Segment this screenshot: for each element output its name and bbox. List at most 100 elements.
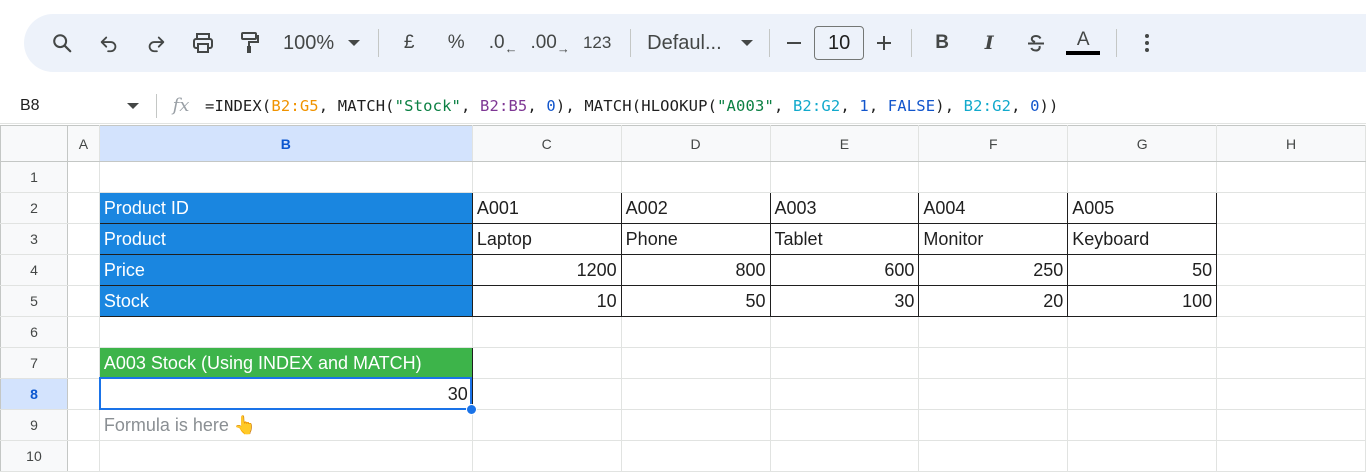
cell-a10[interactable] [66,440,100,472]
decrease-font-size-button[interactable] [780,25,808,61]
cell-a5[interactable] [66,285,100,317]
cell-c6[interactable] [471,316,622,348]
cell-e8[interactable] [769,378,920,410]
column-header-g[interactable]: G [1067,125,1218,162]
cell-h6[interactable] [1216,316,1366,348]
row-header-1[interactable]: 1 [0,161,68,193]
text-color-button[interactable]: A [1063,25,1103,61]
row-header-4[interactable]: 4 [0,254,68,286]
cell-f2[interactable]: A004 [918,192,1069,224]
cell-b5[interactable]: Stock [98,285,473,317]
cell-h10[interactable] [1216,440,1366,472]
cell-h5[interactable] [1216,285,1366,317]
cell-e5[interactable]: 30 [769,285,920,317]
cell-e9[interactable] [769,409,920,441]
cell-f9[interactable] [918,409,1069,441]
cell-c1[interactable] [471,161,622,193]
cell-a1[interactable] [66,161,100,193]
cell-c5[interactable]: 10 [471,285,622,317]
fill-handle[interactable] [466,404,477,415]
cell-d5[interactable]: 50 [620,285,771,317]
undo-button[interactable] [89,25,129,61]
cell-g2[interactable]: A005 [1067,192,1218,224]
cell-b3[interactable]: Product [98,223,473,255]
row-header-3[interactable]: 3 [0,223,68,255]
cell-g3[interactable]: Keyboard [1067,223,1218,255]
cell-g5[interactable]: 100 [1067,285,1218,317]
cell-e7[interactable] [769,347,920,379]
bold-button[interactable]: B [922,25,962,61]
cell-d6[interactable] [620,316,771,348]
cell-d2[interactable]: A002 [620,192,771,224]
print-button[interactable] [183,25,223,61]
cell-g7[interactable] [1067,347,1218,379]
cell-h4[interactable] [1216,254,1366,286]
row-header-10[interactable]: 10 [0,440,68,472]
column-header-d[interactable]: D [620,125,771,162]
cell-c4[interactable]: 1200 [471,254,622,286]
cell-a7[interactable] [66,347,100,379]
cell-e3[interactable]: Tablet [769,223,920,255]
cell-c2[interactable]: A001 [471,192,622,224]
cell-f4[interactable]: 250 [918,254,1069,286]
cell-a3[interactable] [66,223,100,255]
cell-g1[interactable] [1067,161,1218,193]
cell-a8[interactable] [66,378,100,410]
cell-h7[interactable] [1216,347,1366,379]
cell-b6[interactable] [98,316,473,348]
cell-b4[interactable]: Price [98,254,473,286]
cell-g10[interactable] [1067,440,1218,472]
cell-b9[interactable]: Formula is here 👆 [98,409,473,441]
redo-button[interactable] [136,25,176,61]
row-header-8[interactable]: 8 [0,378,68,410]
row-header-7[interactable]: 7 [0,347,68,379]
column-header-f[interactable]: F [918,125,1069,162]
name-box[interactable]: B8 [0,88,150,124]
cell-f1[interactable] [918,161,1069,193]
increase-font-size-button[interactable] [870,25,898,61]
cell-h8[interactable] [1216,378,1366,410]
cell-d8[interactable] [620,378,771,410]
zoom-select[interactable]: 100% [277,32,366,55]
cell-a6[interactable] [66,316,100,348]
cell-h1[interactable] [1216,161,1366,193]
row-header-9[interactable]: 9 [0,409,68,441]
cell-d9[interactable] [620,409,771,441]
cell-f5[interactable]: 20 [918,285,1069,317]
cell-d10[interactable] [620,440,771,472]
column-header-c[interactable]: C [471,125,622,162]
cell-c10[interactable] [471,440,622,472]
column-header-h[interactable]: H [1216,125,1366,162]
more-options-button[interactable] [1127,25,1167,61]
paint-format-button[interactable] [230,25,270,61]
cell-f10[interactable] [918,440,1069,472]
decrease-decimal-button[interactable]: .0 ← [483,25,523,61]
cell-g6[interactable] [1067,316,1218,348]
row-header-2[interactable]: 2 [0,192,68,224]
cell-h3[interactable] [1216,223,1366,255]
cell-e10[interactable] [769,440,920,472]
cell-b7[interactable]: A003 Stock (Using INDEX and MATCH) [98,347,473,379]
cell-f3[interactable]: Monitor [918,223,1069,255]
cell-b2[interactable]: Product ID [98,192,473,224]
strikethrough-button[interactable] [1016,25,1056,61]
formula-input[interactable]: =INDEX(B2:G5, MATCH("Stock", B2:B5, 0), … [205,97,1059,115]
row-header-6[interactable]: 6 [0,316,68,348]
cell-f7[interactable] [918,347,1069,379]
cell-c8[interactable] [471,378,622,410]
cell-f8[interactable] [918,378,1069,410]
increase-decimal-button[interactable]: .00 → [530,25,570,61]
cell-c7[interactable] [471,347,622,379]
cell-c3[interactable]: Laptop [471,223,622,255]
italic-button[interactable]: I [969,25,1009,61]
search-menus-button[interactable] [42,25,82,61]
cell-h2[interactable] [1216,192,1366,224]
font-select[interactable]: Defaul... [641,32,759,55]
cell-a9[interactable] [66,409,100,441]
percent-format-button[interactable]: % [436,25,476,61]
cell-a4[interactable] [66,254,100,286]
cell-c9[interactable] [471,409,622,441]
cell-b1[interactable] [98,161,473,193]
cell-g4[interactable]: 50 [1067,254,1218,286]
column-header-b[interactable]: B [98,125,473,162]
